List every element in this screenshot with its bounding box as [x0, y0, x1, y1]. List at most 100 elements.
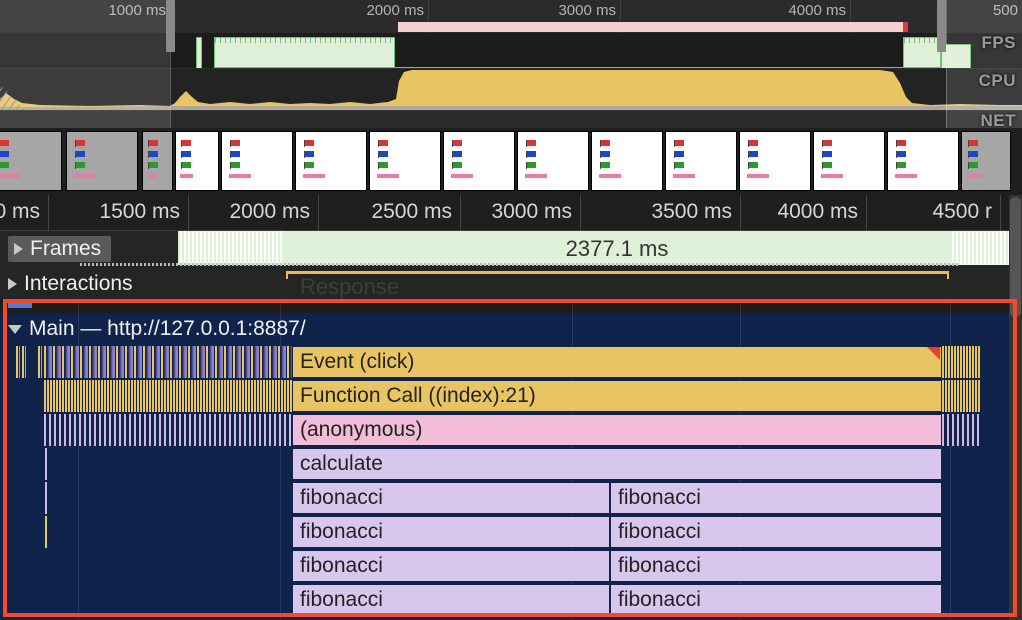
- frames-band[interactable]: 2377.1 ms: [284, 231, 950, 265]
- filmstrip-frame[interactable]: [221, 131, 293, 191]
- overview-net-band: [0, 111, 1022, 128]
- filmstrip-frame[interactable]: [66, 131, 138, 191]
- screenshot-flagpole: [304, 162, 305, 169]
- ruler-tick-label: 3500 ms: [651, 200, 732, 223]
- fps-serration: [904, 38, 940, 43]
- ruler-gridline: [460, 195, 461, 231]
- flame-block[interactable]: fibonacci: [610, 482, 942, 514]
- filmstrip-frame[interactable]: [0, 131, 62, 191]
- overview-tick-label: 1000 ms: [108, 2, 166, 19]
- ruler-gridline: [188, 195, 189, 231]
- overview-pane[interactable]: 1000 ms 2000 ms 3000 ms 4000 ms 500 FPS CPU …: [0, 0, 1022, 128]
- screenshot-flag-icon: [305, 162, 314, 168]
- warning-triangle-icon: [927, 347, 940, 360]
- flame-block[interactable]: (anonymous): [292, 414, 942, 446]
- overview-tick-label: 2000 ms: [366, 2, 424, 19]
- screenshot-flag-icon: [76, 151, 85, 157]
- filmstrip-frame[interactable]: [142, 131, 173, 191]
- screenshot-flagpole: [674, 162, 675, 169]
- screenshot-flagpole: [230, 140, 231, 147]
- screenshot-flag-icon: [823, 162, 832, 168]
- flame-block[interactable]: calculate: [292, 448, 942, 480]
- flame-block[interactable]: fibonacci: [292, 482, 610, 514]
- filmstrip-frame[interactable]: [591, 131, 663, 191]
- filmstrip-frame[interactable]: [175, 131, 219, 191]
- ruler-gridline: [740, 195, 741, 231]
- vertical-scrollbar[interactable]: [1009, 195, 1022, 620]
- screenshot-flagpole: [181, 151, 182, 158]
- screenshot-flagpole: [526, 162, 527, 169]
- main-track-label: Main — http://127.0.0.1:8887/: [29, 317, 306, 340]
- flame-row: fibonacci fibonacci: [0, 516, 1022, 550]
- flame-block[interactable]: fibonacci: [292, 550, 610, 582]
- screenshot-flag-icon: [453, 162, 462, 168]
- screenshot-flag-icon: [675, 140, 684, 146]
- screenshot-flagpole: [148, 151, 149, 158]
- frames-track-header[interactable]: Frames: [8, 236, 112, 262]
- filmstrip-frame[interactable]: [369, 131, 441, 191]
- flame-block[interactable]: fibonacci: [610, 550, 942, 582]
- main-track-header[interactable]: Main — http://127.0.0.1:8887/: [0, 313, 1022, 345]
- screenshot-flagpole: [148, 140, 149, 147]
- screenshot-flag-icon: [823, 151, 832, 157]
- scrollbar-thumb[interactable]: [1010, 197, 1021, 317]
- filmstrip-frame[interactable]: [887, 131, 959, 191]
- flame-block[interactable]: fibonacci: [610, 584, 942, 616]
- micro-events-cluster: [44, 346, 292, 378]
- filmstrip-frame[interactable]: [739, 131, 811, 191]
- timeline-ruler: 0 ms 1500 ms 2000 ms 2500 ms 3000 ms 3500 ms 4…: [0, 195, 1022, 231]
- tracks-container[interactable]: 2377.1 ms Frames Response Interactions M: [0, 231, 1022, 620]
- track-interactions[interactable]: Response Interactions: [0, 268, 1022, 299]
- screenshot-bar: [599, 174, 621, 178]
- flame-row: fibonacci fibonacci: [0, 584, 1022, 618]
- filmstrip-frame[interactable]: [665, 131, 737, 191]
- network-request-end: [903, 22, 908, 32]
- screenshot-flag-icon: [0, 162, 9, 168]
- screenshot-flagpole: [378, 140, 379, 147]
- chevron-right-icon[interactable]: [14, 243, 23, 255]
- screenshot-flagpole: [968, 140, 969, 147]
- screenshot-flag-icon: [379, 162, 388, 168]
- flame-block[interactable]: fibonacci: [610, 516, 942, 548]
- flame-row: fibonacci fibonacci: [0, 550, 1022, 584]
- screenshot-flag-icon: [231, 140, 240, 146]
- filmstrip-frame[interactable]: [295, 131, 367, 191]
- track-main[interactable]: Main — http://127.0.0.1:8887/ Event (cli…: [0, 299, 1022, 619]
- filmstrip-frame[interactable]: [517, 131, 589, 191]
- filmstrip-frame[interactable]: [813, 131, 885, 191]
- screenshot-flag-icon: [182, 151, 191, 157]
- flame-block[interactable]: Event (click): [292, 346, 942, 378]
- flame-block[interactable]: Function Call ((index):21): [292, 380, 942, 412]
- screenshot-flag-icon: [0, 151, 9, 157]
- screenshot-flagpole: [822, 151, 823, 158]
- overview-fps-band: [0, 33, 1022, 69]
- filmstrip-frame[interactable]: [443, 131, 515, 191]
- filmstrip-frame[interactable]: [961, 131, 1011, 191]
- screenshot-flagpole: [600, 162, 601, 169]
- screenshot-flagpole: [968, 151, 969, 158]
- micro-events-cluster: [942, 414, 980, 446]
- overview-window-handle-left[interactable]: [166, 0, 175, 52]
- screenshot-flagpole: [748, 151, 749, 158]
- overview-tick-label: 3000 ms: [558, 2, 616, 19]
- main-track-title-row[interactable]: Main — http://127.0.0.1:8887/: [8, 317, 306, 341]
- network-request-strip: [0, 20, 1022, 34]
- screenshot-flagpole: [600, 140, 601, 147]
- screenshot-flagpole: [181, 140, 182, 147]
- cpu-band-label: CPU: [978, 71, 1016, 90]
- track-frames[interactable]: 2377.1 ms Frames: [0, 231, 1022, 266]
- screenshot-flagpole: [75, 151, 76, 158]
- screenshot-flag-icon: [601, 140, 610, 146]
- flame-block[interactable]: fibonacci: [292, 516, 610, 548]
- screenshot-flagpole: [748, 162, 749, 169]
- flame-block[interactable]: fibonacci: [292, 584, 610, 616]
- chevron-right-icon[interactable]: [8, 278, 17, 290]
- overview-window-handle-right[interactable]: [937, 0, 946, 52]
- screenshot-bar: [229, 174, 251, 178]
- filmstrip[interactable]: [0, 128, 1022, 195]
- screenshot-flag-icon: [76, 162, 85, 168]
- chevron-down-icon[interactable]: [8, 324, 22, 334]
- screenshot-flagpole: [230, 151, 231, 158]
- overview-cpu-band: [0, 69, 1022, 111]
- interactions-track-header[interactable]: Interactions: [8, 272, 133, 296]
